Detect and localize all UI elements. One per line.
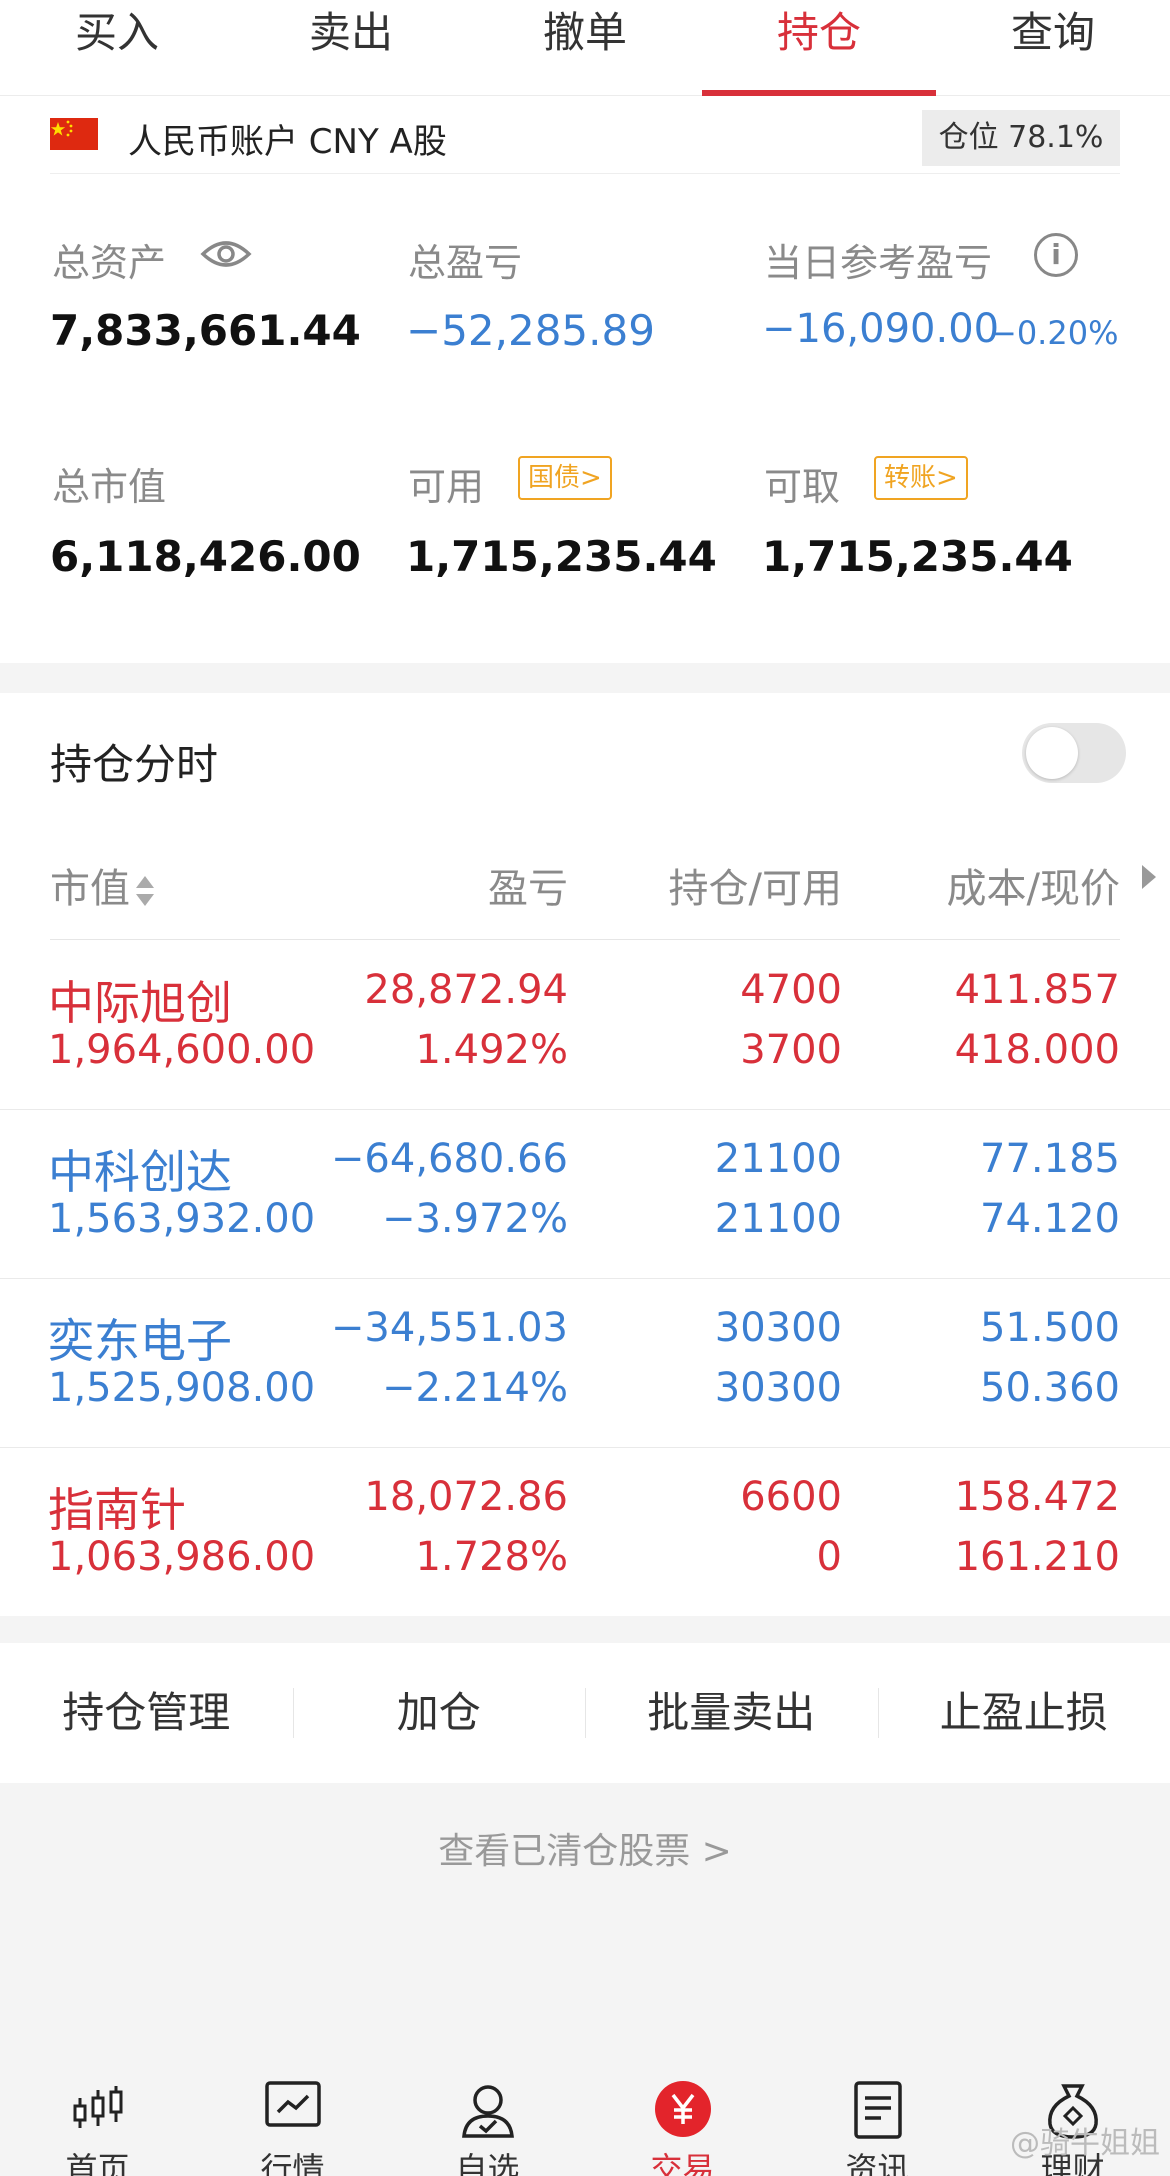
add-position-button[interactable]: 加仓 [292, 1643, 586, 1783]
stock-pl: −64,680.66 [330, 1136, 568, 1182]
withdrawable-value: 1,715,235.44 [762, 532, 1073, 581]
stock-market-value: 1,964,600.00 [48, 1027, 316, 1073]
stock-pl-percent: 1.492% [415, 1027, 568, 1073]
stock-cost: 158.472 [954, 1474, 1120, 1520]
stock-pl: 28,872.94 [364, 967, 568, 1013]
daily-pl-percent: −0.20% [990, 314, 1119, 352]
withdrawable-label: 可取 [764, 465, 841, 509]
stock-price: 418.000 [954, 1027, 1120, 1073]
header-divider [50, 939, 1120, 940]
holdings-title: 持仓分时 [50, 740, 219, 789]
stop-profit-loss-button[interactable]: 止盈止损 [877, 1643, 1170, 1783]
watermark: @骑牛姐姐 [1010, 2126, 1160, 2161]
cleared-stocks-link[interactable]: 查看已清仓股票 > [0, 1822, 1170, 1874]
stock-name: 奕东电子 [48, 1314, 232, 1368]
total-pl-label: 总盈亏 [408, 241, 523, 285]
stock-pl-percent: −3.972% [381, 1196, 568, 1242]
yuan-icon [654, 2081, 711, 2137]
intraday-toggle[interactable] [1022, 723, 1126, 783]
bottom-nav: 首页 行情 自选 交易 资讯 理财 [0, 2070, 1170, 2176]
candlestick-icon [73, 2086, 122, 2128]
total-assets-label: 总资产 [52, 241, 167, 285]
sort-icon [136, 876, 154, 906]
stock-market-value: 1,563,932.00 [48, 1196, 316, 1242]
table-row[interactable]: 奕东电子 1,525,908.00 −34,551.03 −2.214% 303… [0, 1279, 1170, 1448]
daily-pl-label: 当日参考盈亏 [764, 241, 993, 285]
position-ratio-badge: 仓位 78.1% [922, 110, 1120, 166]
nav-home[interactable]: 首页 [0, 2070, 195, 2176]
stock-name: 指南针 [48, 1483, 186, 1537]
stock-hold: 30300 [714, 1305, 842, 1351]
total-assets-value: 7,833,661.44 [50, 306, 361, 355]
nav-news[interactable]: 资讯 [780, 2070, 975, 2176]
column-market-value-label: 市值 [50, 866, 130, 912]
holdings-section: 持仓分时 市值 盈亏 持仓/可用 成本/现价 中际旭创 1,964,600.00… [0, 693, 1170, 1616]
document-icon [853, 2081, 902, 2139]
stock-cost: 77.185 [980, 1136, 1120, 1182]
stock-available: 30300 [714, 1365, 842, 1411]
stock-pl-percent: 1.728% [415, 1534, 568, 1580]
account-name: 人民币账户 CNY A股 [128, 122, 447, 162]
stock-name: 中科创达 [48, 1145, 232, 1199]
table-row[interactable]: 中科创达 1,563,932.00 −64,680.66 −3.972% 211… [0, 1110, 1170, 1279]
manage-holdings-button[interactable]: 持仓管理 [0, 1643, 293, 1783]
nav-home-label: 首页 [65, 2150, 130, 2176]
stock-hold: 21100 [714, 1136, 842, 1182]
market-value-label: 总市值 [52, 465, 167, 509]
available-value: 1,715,235.44 [406, 532, 717, 581]
column-pl: 盈亏 [488, 866, 568, 912]
column-cost-price: 成本/现价 [946, 866, 1120, 912]
eye-icon[interactable] [200, 234, 252, 274]
stock-cost: 411.857 [954, 967, 1120, 1013]
tab-sell[interactable]: 卖出 [234, 0, 468, 95]
nav-trade[interactable]: 交易 [585, 2070, 780, 2176]
nav-watchlist[interactable]: 自选 [390, 2070, 585, 2176]
table-row[interactable]: 中际旭创 1,964,600.00 28,872.94 1.492% 4700 … [0, 941, 1170, 1110]
stock-market-value: 1,063,986.00 [48, 1534, 316, 1580]
batch-sell-button[interactable]: 批量卖出 [585, 1643, 878, 1783]
scroll-right-icon[interactable] [1142, 865, 1156, 889]
nav-trade-label: 交易 [650, 2150, 715, 2176]
user-check-icon [461, 2085, 514, 2138]
chart-icon [264, 2081, 321, 2127]
stock-hold: 4700 [740, 967, 842, 1013]
account-row[interactable]: 人民币账户 CNY A股 仓位 78.1% [50, 110, 1120, 174]
stock-price: 74.120 [980, 1196, 1120, 1242]
stock-available: 21100 [714, 1196, 842, 1242]
available-label: 可用 [408, 465, 485, 509]
table-row[interactable]: 指南针 1,063,986.00 18,072.86 1.728% 6600 0… [0, 1448, 1170, 1617]
tab-holdings[interactable]: 持仓 [702, 0, 936, 96]
stock-pl: −34,551.03 [330, 1305, 568, 1351]
china-flag-icon [50, 118, 98, 150]
nav-news-label: 资讯 [845, 2150, 910, 2176]
column-market-value[interactable]: 市值 [50, 856, 156, 914]
tab-query[interactable]: 查询 [936, 0, 1170, 95]
market-value-value: 6,118,426.00 [50, 532, 361, 581]
stock-market-value: 1,525,908.00 [48, 1365, 316, 1411]
bond-tag-button[interactable]: 国债> [518, 456, 612, 500]
nav-market[interactable]: 行情 [195, 2070, 390, 2176]
tab-buy[interactable]: 买入 [0, 0, 234, 95]
stock-cost: 51.500 [980, 1305, 1120, 1351]
total-pl-value: −52,285.89 [406, 306, 655, 355]
stock-price: 161.210 [954, 1534, 1120, 1580]
stock-pl: 18,072.86 [364, 1474, 568, 1520]
column-hold-avail: 持仓/可用 [668, 866, 842, 912]
action-bar: 持仓管理 加仓 批量卖出 止盈止损 [0, 1643, 1170, 1783]
daily-pl-value: −16,090.00 [762, 306, 1000, 352]
account-panel: 人民币账户 CNY A股 仓位 78.1% 总资产 7,833,661.44 总… [0, 96, 1170, 663]
stock-pl-percent: −2.214% [381, 1365, 568, 1411]
top-tabs: 买入 卖出 撤单 持仓 查询 [0, 0, 1170, 96]
transfer-tag-button[interactable]: 转账> [874, 456, 968, 500]
stock-name: 中际旭创 [48, 976, 232, 1030]
stock-hold: 6600 [740, 1474, 842, 1520]
nav-watchlist-label: 自选 [455, 2150, 520, 2176]
stock-available: 0 [816, 1534, 842, 1580]
stock-price: 50.360 [980, 1365, 1120, 1411]
nav-market-label: 行情 [260, 2150, 325, 2176]
toggle-knob [1026, 727, 1078, 779]
tab-cancel[interactable]: 撤单 [468, 0, 702, 95]
info-icon[interactable]: i [1034, 233, 1078, 277]
stock-available: 3700 [740, 1027, 842, 1073]
